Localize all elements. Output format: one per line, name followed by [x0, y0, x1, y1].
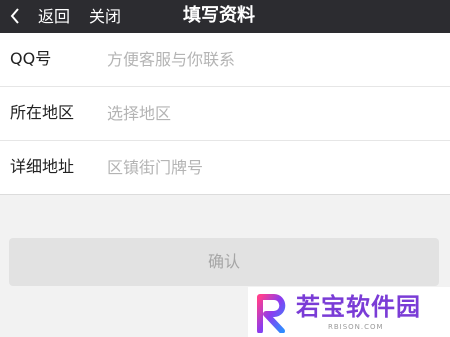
- page-title: 填写资料: [183, 5, 255, 26]
- back-button[interactable]: 返回: [38, 7, 70, 26]
- address-label: 详细地址: [10, 157, 75, 176]
- region-label: 所在地区: [10, 103, 75, 122]
- chevron-left-icon[interactable]: [10, 8, 20, 24]
- profile-form: QQ号 所在地区 详细地址: [0, 33, 450, 195]
- watermark-subtext: RBISON.COM: [328, 323, 384, 331]
- region-row[interactable]: 所在地区: [0, 87, 450, 141]
- qq-row: QQ号: [0, 33, 450, 87]
- nav-bar: 返回 关闭 填写资料: [0, 0, 450, 33]
- region-select[interactable]: [107, 101, 427, 125]
- qq-label: QQ号: [10, 49, 52, 68]
- address-row: 详细地址: [0, 141, 450, 194]
- address-input[interactable]: [107, 155, 427, 179]
- close-button[interactable]: 关闭: [89, 7, 121, 26]
- confirm-button[interactable]: 确认: [9, 238, 439, 286]
- site-watermark: 若宝软件园 RBISON.COM: [248, 287, 450, 337]
- watermark-text: 若宝软件园: [296, 293, 421, 321]
- watermark-logo-icon: [257, 294, 286, 333]
- qq-input[interactable]: [107, 47, 427, 71]
